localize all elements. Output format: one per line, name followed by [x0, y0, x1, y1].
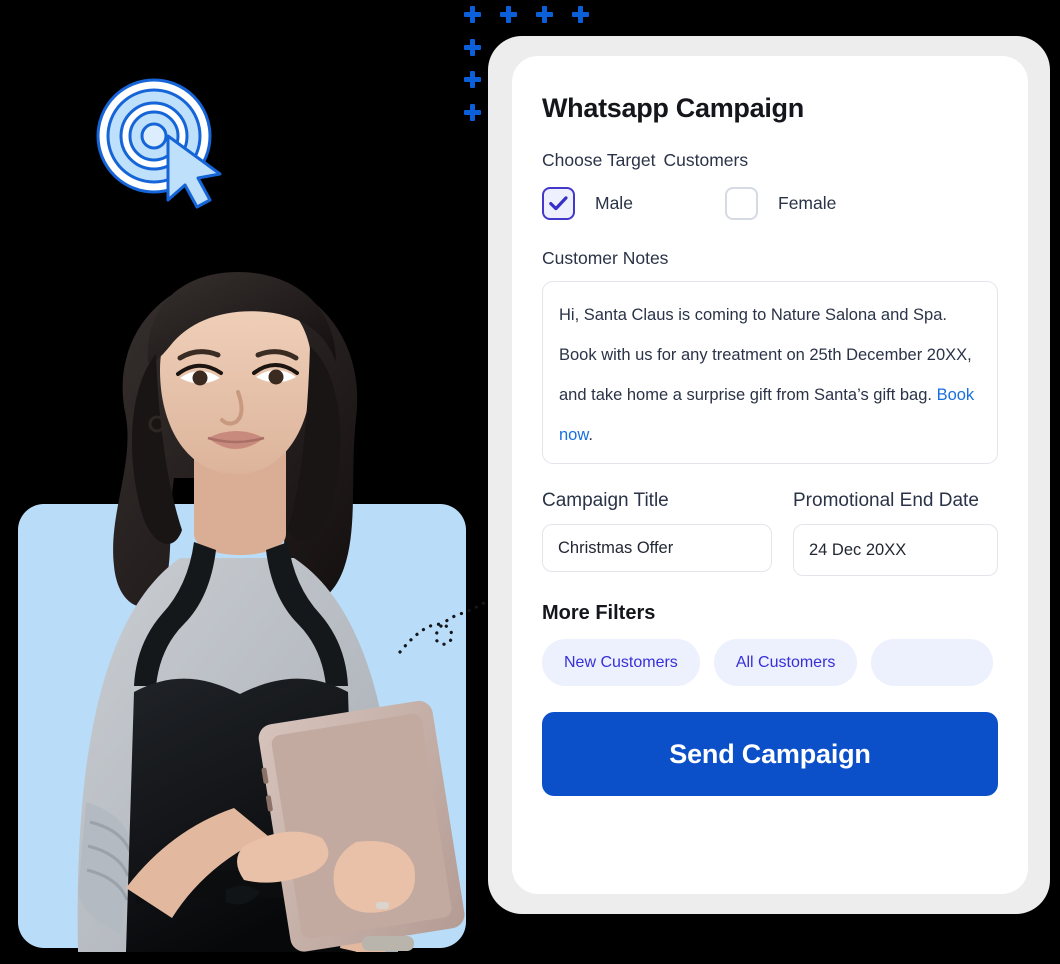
filter-pill-row: New Customers All Customers [542, 639, 998, 687]
checkbox-female-box[interactable] [725, 187, 758, 221]
checkbox-option-male[interactable]: Male [542, 187, 725, 221]
more-filters-heading: More Filters [542, 602, 656, 625]
campaign-title-input[interactable]: Christmas Offer [542, 524, 772, 573]
campaign-title-field: Campaign Title Christmas Offer [542, 490, 772, 576]
customer-notes-text: Hi, Santa Claus is coming to Nature Salo… [559, 306, 972, 405]
plus-icon [536, 6, 553, 23]
page-title: Whatsapp Campaign [542, 93, 804, 123]
page-root: Whatsapp Campaign Choose Target Customers… [0, 0, 1060, 964]
campaign-title-label: Campaign Title [542, 490, 669, 512]
choose-target-label-part2: Customers [663, 150, 749, 171]
checkbox-male-box[interactable] [542, 187, 575, 221]
check-icon [549, 196, 568, 211]
checkbox-option-female[interactable]: Female [725, 187, 837, 221]
promotional-end-date-field: Promotional End Date 24 Dec 20XX [793, 490, 998, 577]
promotional-end-date-label: Promotional End Date [793, 490, 979, 512]
send-campaign-button[interactable]: Send Campaign [542, 712, 998, 797]
target-cursor-icon [96, 78, 222, 209]
choose-target-label-part1: Choose Target [542, 150, 656, 171]
plus-icon [464, 71, 481, 88]
customer-notes-label: Customer Notes [542, 248, 669, 269]
customer-notes-textarea[interactable]: Hi, Santa Claus is coming to Nature Salo… [542, 281, 998, 465]
plus-icon [500, 6, 517, 23]
plus-icon [572, 6, 589, 23]
plus-icon [464, 104, 481, 121]
whatsapp-campaign-card: Whatsapp Campaign Choose Target Customers… [512, 56, 1028, 894]
plus-icon [464, 6, 481, 23]
promotional-end-date-input[interactable]: 24 Dec 20XX [793, 524, 998, 577]
filter-pill-new-customers[interactable]: New Customers [542, 639, 700, 687]
target-options-row: Male Female [542, 187, 998, 221]
choose-target-label: Choose Target Customers [542, 150, 998, 171]
checkbox-female-label: Female [778, 193, 837, 214]
filter-pill-all-customers[interactable]: All Customers [713, 639, 858, 687]
checkbox-male-label: Male [595, 193, 633, 214]
customer-notes-text-end: . [588, 426, 593, 445]
campaign-fields-row: Campaign Title Christmas Offer Promotion… [542, 490, 998, 577]
plus-icon [464, 39, 481, 56]
filter-pill-empty[interactable] [871, 639, 994, 687]
